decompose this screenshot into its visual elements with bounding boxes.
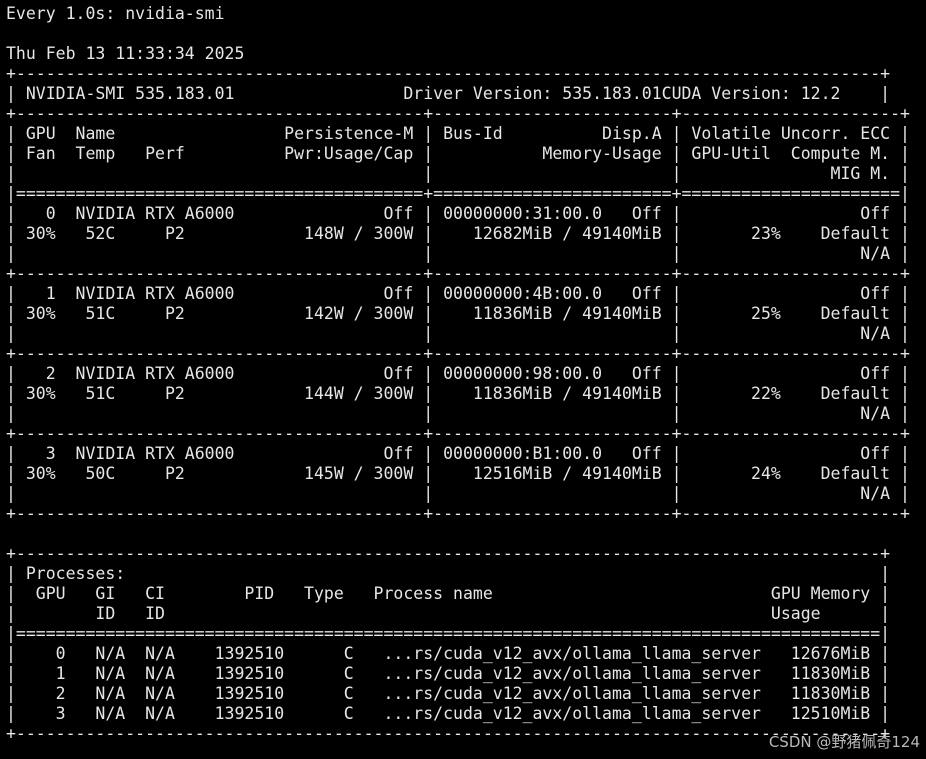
timestamp: Thu Feb 13 11:33:34 2025 — [6, 44, 245, 63]
table-separator: |=======================================… — [6, 624, 891, 643]
table-border: +---------------------------------------… — [6, 264, 910, 283]
gpu-row-1-line3: | | | N/A | — [6, 324, 910, 343]
gpu-row-1-line2: | 30% 51C P2 142W / 300W | 11836MiB / 49… — [6, 304, 910, 323]
gpu-row-0-line2: | 30% 52C P2 148W / 300W | 12682MiB / 49… — [6, 224, 910, 243]
table-border: +---------------------------------------… — [6, 504, 910, 523]
gpu-row-3-line2: | 30% 50C P2 145W / 300W | 12516MiB / 49… — [6, 464, 910, 483]
process-row-3: | 3 N/A N/A 1392510 C ...rs/cuda_v12_avx… — [6, 704, 891, 723]
table-border: +---------------------------------------… — [6, 104, 910, 123]
process-row-2: | 2 N/A N/A 1392510 C ...rs/cuda_v12_avx… — [6, 684, 891, 703]
terminal-window[interactable]: Every 1.0s: nvidia-smi Thu Feb 13 11:33:3… — [0, 0, 926, 759]
table-border: +---------------------------------------… — [6, 64, 891, 83]
gpu-row-2-line2: | 30% 51C P2 144W / 300W | 11836MiB / 49… — [6, 384, 910, 403]
gpu-row-2-line3: | | | N/A | — [6, 404, 910, 423]
terminal-output: Every 1.0s: nvidia-smi Thu Feb 13 11:33:3… — [6, 4, 910, 744]
watch-header: Every 1.0s: nvidia-smi — [6, 4, 225, 23]
process-row-0: | 0 N/A N/A 1392510 C ...rs/cuda_v12_avx… — [6, 644, 891, 663]
table-border: +---------------------------------------… — [6, 424, 910, 443]
gpu-row-3-line1: | 3 NVIDIA RTX A6000 Off | 00000000:B1:0… — [6, 444, 910, 463]
gpu-row-1-line1: | 1 NVIDIA RTX A6000 Off | 00000000:4B:0… — [6, 284, 910, 303]
csdn-watermark: CSDN @野猪佩奇124 — [768, 733, 920, 751]
gpu-table-header: | Fan Temp Perf Pwr:Usage/Cap | Memory-U… — [6, 144, 910, 163]
process-header: | GPU GI CI PID Type Process name GPU Me… — [6, 584, 891, 603]
process-row-1: | 1 N/A N/A 1392510 C ...rs/cuda_v12_avx… — [6, 664, 891, 683]
gpu-row-3-line3: | | | N/A | — [6, 484, 910, 503]
gpu-row-2-line1: | 2 NVIDIA RTX A6000 Off | 00000000:98:0… — [6, 364, 910, 383]
gpu-row-0-line1: | 0 NVIDIA RTX A6000 Off | 00000000:31:0… — [6, 204, 910, 223]
table-separator: |=======================================… — [6, 184, 910, 203]
smi-info-row: | NVIDIA-SMI 535.183.01 Driver Version: … — [6, 84, 891, 103]
table-border: +---------------------------------------… — [6, 544, 891, 563]
gpu-table-header: | GPU Name Persistence-M | Bus-Id Disp.A… — [6, 124, 910, 143]
process-header: | ID ID Usage | — [6, 604, 891, 623]
gpu-row-0-line3: | | | N/A | — [6, 244, 910, 263]
table-border: +---------------------------------------… — [6, 344, 910, 363]
gpu-table-header: | | | MIG M. | — [6, 164, 910, 183]
processes-title: | Processes: | — [6, 564, 891, 583]
